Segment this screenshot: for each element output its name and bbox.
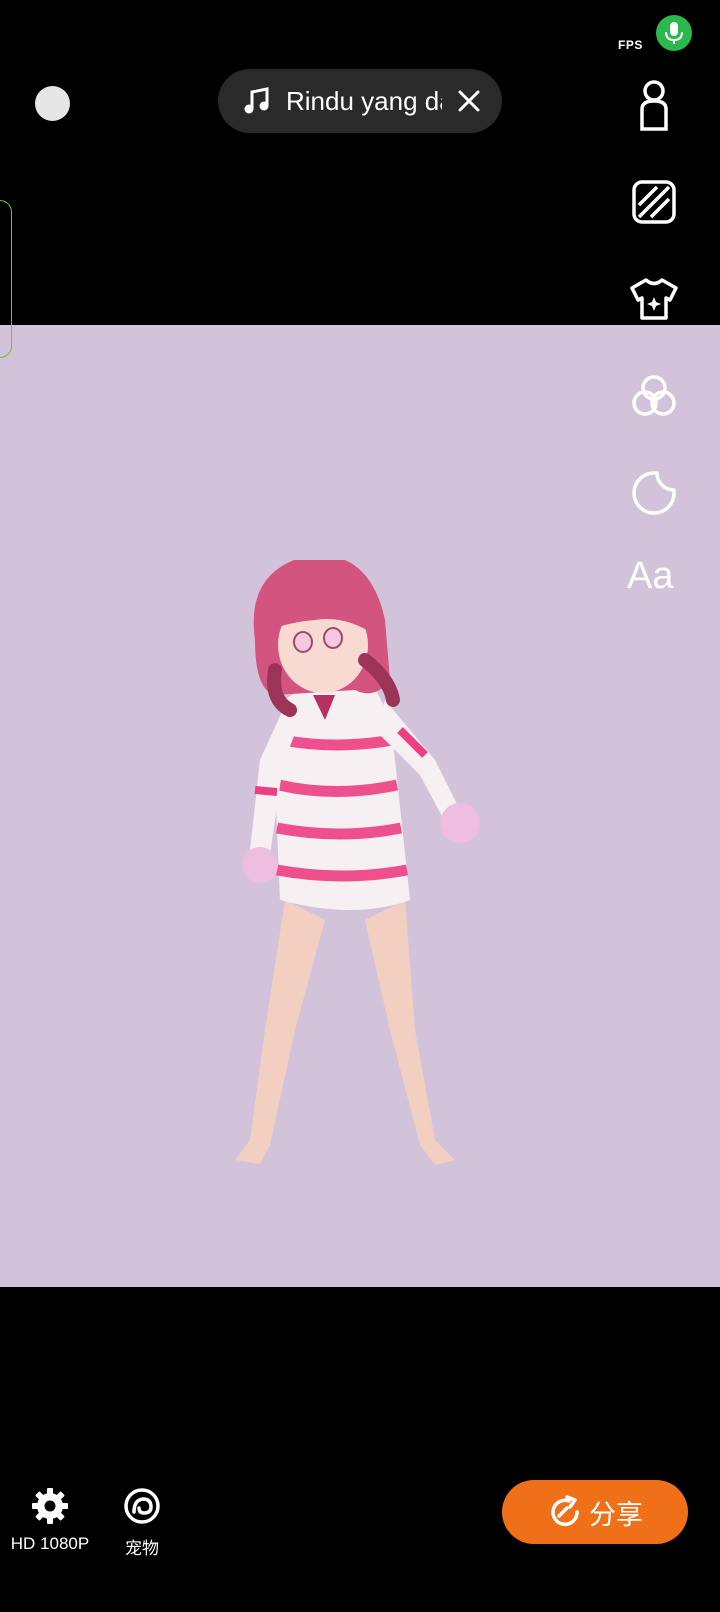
pet-icon <box>124 1488 160 1524</box>
microphone-button[interactable] <box>656 15 692 51</box>
filter-icon <box>632 375 676 416</box>
outfit-icon <box>630 278 678 320</box>
outfit-tool-button[interactable] <box>626 271 682 327</box>
share-icon <box>551 1495 579 1527</box>
filter-tool-button[interactable] <box>626 368 682 424</box>
sticker-icon <box>632 471 676 515</box>
dancing-character[interactable] <box>215 560 525 1200</box>
pet-button[interactable]: 宠物 <box>112 1487 172 1559</box>
sticker-tool-button[interactable] <box>626 465 682 521</box>
close-music-button[interactable] <box>456 88 482 114</box>
side-drawer-handle[interactable] <box>0 200 12 358</box>
background-icon <box>632 180 676 224</box>
music-note-icon <box>244 87 269 114</box>
microphone-icon <box>665 22 683 44</box>
resolution-settings-button[interactable]: HD 1080P <box>8 1487 92 1554</box>
resolution-label: HD 1080P <box>10 1534 90 1553</box>
text-tool-button[interactable]: Aa <box>627 555 673 598</box>
avatar-tool-button[interactable] <box>626 77 682 133</box>
close-icon <box>458 90 480 112</box>
avatar-icon <box>640 80 668 131</box>
share-label: 分享 <box>589 1499 643 1530</box>
music-title: Rindu yang dalam <box>286 85 442 116</box>
share-button[interactable]: 分享 <box>502 1480 688 1544</box>
background-tool-button[interactable] <box>626 174 682 230</box>
music-selector[interactable]: Rindu yang dalam <box>218 69 502 133</box>
gear-icon <box>32 1488 68 1524</box>
fps-label: FPS <box>618 38 643 52</box>
pet-label: 宠物 <box>125 1539 159 1558</box>
record-toggle-button[interactable] <box>35 86 70 121</box>
